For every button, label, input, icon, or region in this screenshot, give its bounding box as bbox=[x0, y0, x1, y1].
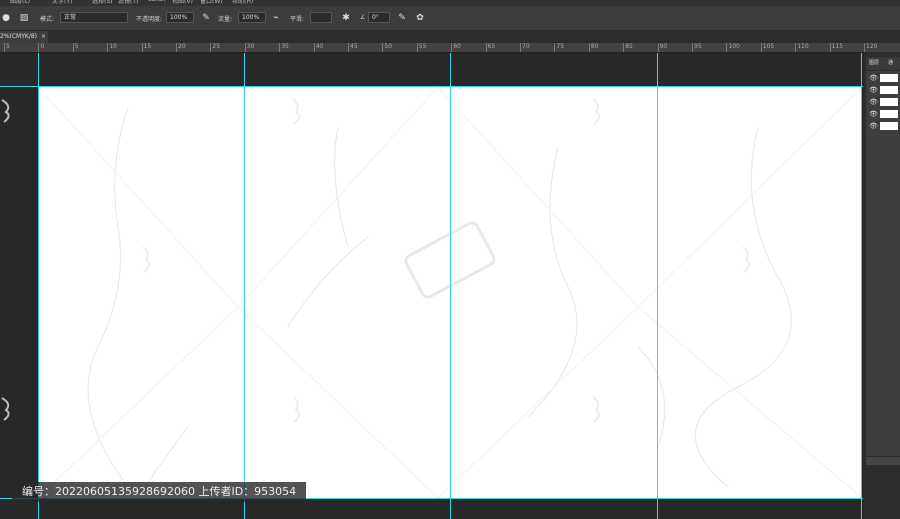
menu-item[interactable]: 选择(S) bbox=[92, 0, 113, 5]
symmetry-icon[interactable]: ✿ bbox=[414, 12, 426, 24]
menu-item[interactable]: 滤镜(T) bbox=[118, 0, 138, 5]
ruler-tick-label: 50 bbox=[382, 43, 393, 52]
visibility-eye-icon[interactable]: 👁 bbox=[869, 109, 878, 120]
visibility-eye-icon[interactable]: 👁 bbox=[869, 97, 878, 108]
brush-panel-icon[interactable]: ▨ bbox=[18, 12, 30, 24]
ruler-tick-label: 80 bbox=[588, 43, 599, 52]
ruler-tick-label: 5 bbox=[72, 43, 79, 52]
menu-item[interactable]: 帮助(H) bbox=[232, 0, 253, 5]
horizontal-ruler[interactable]: 5 0 5 10 15 20 25 30 35 40 45 50 55 60 65 70 75 80 85 90 95 1… bbox=[0, 43, 900, 53]
ruler-tick-label: 100 bbox=[726, 43, 740, 52]
angle-input[interactable]: 0° bbox=[368, 12, 390, 23]
layer-row[interactable]: 👁 bbox=[866, 109, 900, 120]
watermark-caption: 编号：2022060513592869206​0 上传者ID：953054 bbox=[12, 482, 307, 502]
menu-item[interactable]: 视图(V) bbox=[172, 0, 193, 5]
layer-row[interactable]: 👁 bbox=[866, 73, 900, 84]
guide-line[interactable] bbox=[244, 53, 245, 519]
ruler-tick-label: 75 bbox=[554, 43, 565, 52]
ruler-tick-label: 85 bbox=[623, 43, 633, 52]
angle-icon: ∠ bbox=[360, 14, 366, 21]
ruler-tick-label: 90 bbox=[657, 43, 668, 52]
guide-line[interactable] bbox=[0, 86, 863, 87]
layer-thumbnail bbox=[880, 86, 898, 94]
ruler-tick-label: 25 bbox=[210, 43, 221, 52]
mode-select[interactable]: 正常 bbox=[60, 12, 128, 23]
layer-thumbnail bbox=[880, 122, 898, 130]
visibility-eye-icon[interactable]: 👁 bbox=[869, 121, 878, 132]
ruler-tick-label: 115 bbox=[829, 43, 844, 52]
panel-tabs: 图层 通 bbox=[866, 57, 900, 70]
pressure-opacity-icon[interactable]: ✎ bbox=[200, 12, 212, 24]
layers-panel: 图层 通 👁 👁 👁 👁 👁 bbox=[864, 52, 900, 519]
flow-input[interactable]: 100% bbox=[238, 12, 266, 23]
ruler-tick-label: 45 bbox=[348, 43, 358, 52]
menu-item[interactable]: 图层(L) bbox=[10, 0, 30, 5]
ruler-tick-label: 5 bbox=[4, 43, 10, 52]
ruler-tick-label: 30 bbox=[244, 43, 255, 52]
ruler-tick-label: 55 bbox=[416, 43, 427, 52]
ruler-tick-label: 95 bbox=[692, 43, 702, 52]
tab-channels[interactable]: 通 bbox=[888, 57, 893, 70]
tab-layers[interactable]: 图层 bbox=[869, 57, 879, 70]
pressure-size-icon[interactable]: ✎ bbox=[396, 12, 408, 24]
mode-label: 模式: bbox=[40, 16, 55, 23]
ruler-tick-label: 65 bbox=[485, 43, 496, 52]
smooth-input[interactable] bbox=[310, 12, 332, 23]
layer-row[interactable]: 👁 bbox=[866, 85, 900, 96]
flow-label: 流量: bbox=[218, 16, 233, 23]
ruler-tick-label: 105 bbox=[760, 43, 775, 52]
guide-line[interactable] bbox=[450, 53, 451, 519]
layer-thumbnail bbox=[880, 74, 898, 82]
guide-line[interactable] bbox=[657, 53, 658, 519]
opacity-label: 不透明度: bbox=[136, 16, 163, 23]
layer-thumbnail bbox=[880, 110, 898, 118]
ruler-tick-label: 35 bbox=[279, 43, 289, 52]
ruler-tick-label: 20 bbox=[176, 43, 186, 52]
smooth-settings-gear-icon[interactable]: ✱ bbox=[340, 12, 352, 24]
ruler-tick-label: 120 bbox=[863, 43, 878, 52]
panel-footer bbox=[866, 457, 900, 465]
ruler-tick-label: 15 bbox=[141, 43, 152, 52]
brush-tool-icon[interactable]: ● bbox=[0, 12, 12, 24]
ruler-tick-label: 110 bbox=[795, 43, 809, 52]
opacity-input[interactable]: 100% bbox=[166, 12, 194, 23]
document-tab-label: 2%(CMYK/8) bbox=[0, 33, 38, 40]
document-tab-bar: 2%(CMYK/8) × bbox=[0, 31, 900, 43]
guide-line[interactable] bbox=[861, 53, 862, 519]
visibility-eye-icon[interactable]: 👁 bbox=[869, 73, 878, 84]
menu-item[interactable]: 窗口(W) bbox=[200, 0, 223, 5]
visibility-eye-icon[interactable]: 👁 bbox=[869, 85, 878, 96]
menu-item[interactable]: 文字(Y) bbox=[52, 0, 72, 5]
ruler-tick-label: 70 bbox=[520, 43, 530, 52]
watermark-logo-icon bbox=[1, 397, 10, 421]
airbrush-icon[interactable]: ⌁ bbox=[270, 12, 282, 24]
layer-row[interactable]: 👁 bbox=[866, 121, 900, 132]
close-tab-icon[interactable]: × bbox=[41, 31, 46, 43]
layer-list: 👁 👁 👁 👁 👁 bbox=[866, 71, 900, 456]
menu-item[interactable]: 3D(D) bbox=[148, 0, 166, 3]
layer-row[interactable]: 👁 bbox=[866, 97, 900, 108]
ruler-tick-label: 0 bbox=[38, 43, 45, 52]
ruler-tick-label: 60 bbox=[451, 43, 461, 52]
options-bar: ● ▨ 模式: 正常 不透明度: 100% ✎ 流量: 100% ⌁ 平滑: ✱… bbox=[0, 6, 900, 31]
ruler-tick-label: 10 bbox=[107, 43, 117, 52]
layer-thumbnail bbox=[880, 98, 898, 106]
document-tab[interactable]: 2%(CMYK/8) × bbox=[0, 31, 48, 43]
ruler-tick-label: 40 bbox=[313, 43, 324, 52]
smooth-label: 平滑: bbox=[290, 16, 305, 23]
watermark-logo-icon bbox=[1, 99, 10, 123]
guide-line[interactable] bbox=[38, 53, 39, 519]
